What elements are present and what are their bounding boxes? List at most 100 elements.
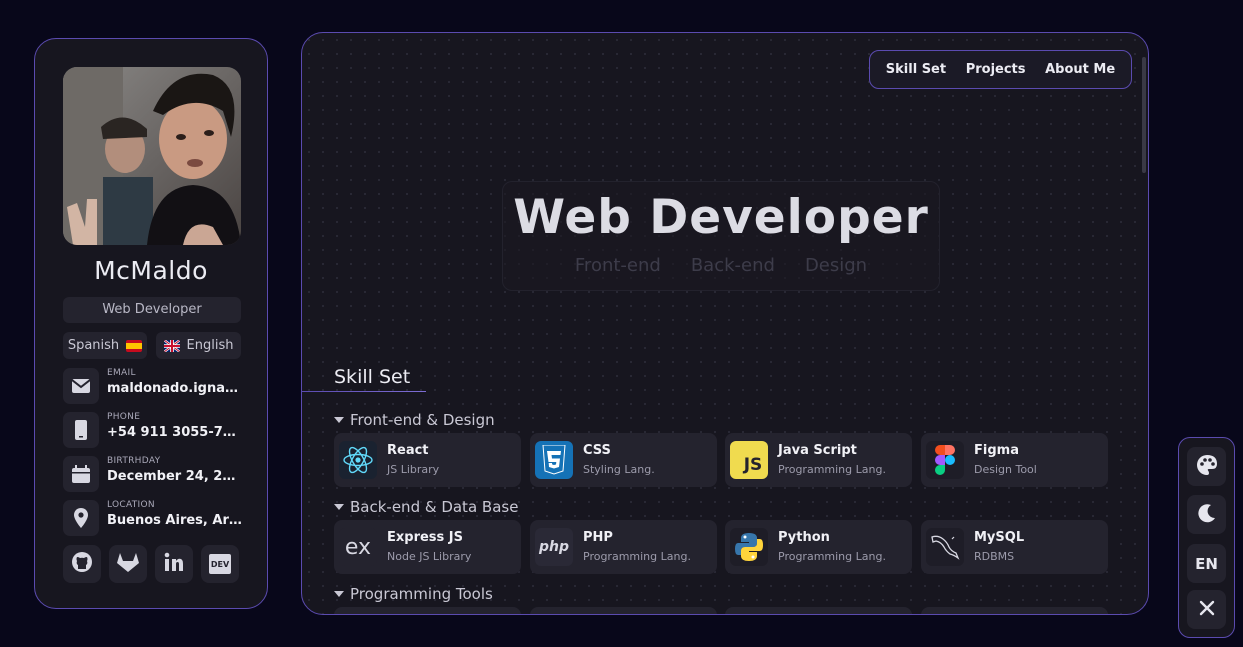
category-backend-toggle[interactable]: Back-end & Data Base [334, 498, 518, 516]
skill-card-python[interactable]: Python Programming Lang. [725, 520, 912, 574]
contact-label: EMAIL [107, 368, 136, 378]
palette-icon [1196, 454, 1218, 480]
skill-card-figma[interactable]: Figma Design Tool [921, 433, 1108, 487]
skill-subtitle: Programming Lang. [778, 463, 886, 476]
skill-subtitle: Programming Lang. [778, 550, 886, 563]
contact-value: maldonado.ignacio.... [107, 381, 243, 396]
skill-title: Express JS [387, 530, 464, 545]
flag-uk-icon [163, 339, 180, 352]
close-button[interactable] [1187, 590, 1226, 629]
php-icon-text: php [538, 539, 569, 555]
skill-subtitle: JS Library [387, 463, 440, 476]
contact-label: PHONE [107, 412, 141, 422]
category-name: Programming Tools [350, 585, 493, 603]
linkedin-icon [164, 552, 184, 576]
language-spanish-button[interactable]: Spanish [63, 332, 147, 359]
skill-subtitle: RDBMS [974, 550, 1015, 563]
javascript-icon: JS [730, 441, 768, 479]
contact-value: Buenos Aires, Arge... [107, 513, 243, 528]
section-underline [302, 391, 426, 392]
flag-spain-icon [126, 339, 143, 352]
caret-down-icon [334, 591, 344, 597]
hero-sub-design: Design [804, 255, 868, 276]
skill-card-react[interactable]: React JS Library [334, 433, 521, 487]
role-badge: Web Developer [63, 297, 241, 323]
skill-card-mysql[interactable]: MySQL RDBMS [921, 520, 1108, 574]
github-icon [71, 551, 93, 577]
python-icon [730, 528, 768, 566]
category-frontend-toggle[interactable]: Front-end & Design [334, 411, 495, 429]
profile-photo [63, 67, 241, 245]
dev-icon: DEV [209, 554, 231, 574]
gitlab-link[interactable] [109, 545, 147, 583]
main-panel: Skill Set Projects About Me Web Develope… [301, 32, 1149, 615]
hero-sub-backend: Back-end [690, 255, 775, 276]
category-name: Back-end & Data Base [350, 498, 519, 516]
skill-card-express[interactable]: ex Express JS Node JS Library [334, 520, 521, 574]
express-icon: ex [339, 528, 377, 566]
skill-card[interactable] [921, 607, 1108, 614]
express-icon-text: ex [344, 534, 372, 560]
css-icon [535, 441, 573, 479]
skill-subtitle: Design Tool [974, 463, 1037, 476]
scrollbar[interactable] [1142, 57, 1146, 173]
section-title: Skill Set [334, 366, 411, 388]
skill-subtitle: Styling Lang. [583, 463, 655, 476]
skill-title: PHP [583, 530, 613, 545]
skill-title: React [387, 443, 429, 458]
contact-phone[interactable]: PHONE +54 911 3055-7307 [63, 412, 263, 448]
skill-title: Figma [974, 443, 1019, 458]
contact-email[interactable]: EMAIL maldonado.ignacio.... [63, 368, 263, 404]
dev-link[interactable]: DEV [201, 545, 239, 583]
hero-box: Web Developer Front-end Back-end Design [502, 181, 940, 291]
theme-palette-button[interactable] [1187, 447, 1226, 486]
location-pin-icon [63, 500, 99, 536]
skill-card[interactable] [334, 607, 521, 614]
hero-subtitles: Front-end Back-end Design [503, 255, 939, 276]
hero-title: Web Developer [513, 190, 929, 245]
skill-card[interactable] [530, 607, 717, 614]
mail-icon [63, 368, 99, 404]
github-link[interactable] [63, 545, 101, 583]
language-label: Spanish [67, 338, 120, 353]
skill-title: Java Script [778, 443, 857, 458]
top-nav: Skill Set Projects About Me [869, 50, 1132, 89]
linkedin-link[interactable] [155, 545, 193, 583]
nav-projects[interactable]: Projects [966, 62, 1026, 77]
react-icon [339, 441, 377, 479]
moon-icon [1197, 503, 1217, 527]
caret-down-icon [334, 417, 344, 423]
skill-card-css[interactable]: CSS Styling Lang. [530, 433, 717, 487]
skill-subtitle: Node JS Library [387, 550, 472, 563]
hero-sub-frontend: Front-end [574, 255, 661, 276]
language-toggle-button[interactable]: EN [1187, 544, 1226, 583]
profile-name: McMaldo [94, 256, 208, 285]
contact-label: BIRTRHDAY [107, 456, 161, 466]
dark-mode-button[interactable] [1187, 495, 1226, 534]
javascript-icon-text: JS [743, 455, 763, 475]
side-toolbar: EN [1178, 437, 1235, 638]
nav-skill-set[interactable]: Skill Set [886, 62, 946, 77]
gitlab-icon [117, 552, 139, 576]
language-label: English [186, 338, 234, 353]
skill-title: Python [778, 530, 830, 545]
php-icon: php [535, 528, 573, 566]
contact-label: LOCATION [107, 500, 155, 510]
category-tools-toggle[interactable]: Programming Tools [334, 585, 493, 603]
contact-birthday[interactable]: BIRTRHDAY December 24, 2005 [63, 456, 263, 492]
contact-value: December 24, 2005 [107, 469, 243, 484]
skill-title: CSS [583, 443, 611, 458]
skill-card-javascript[interactable]: JS Java Script Programming Lang. [725, 433, 912, 487]
language-english-button[interactable]: English [156, 332, 241, 359]
skill-card-php[interactable]: php PHP Programming Lang. [530, 520, 717, 574]
nav-about-me[interactable]: About Me [1045, 62, 1115, 77]
skill-subtitle: Programming Lang. [583, 550, 691, 563]
skill-card[interactable] [725, 607, 912, 614]
mysql-icon [926, 528, 964, 566]
contact-location[interactable]: LOCATION Buenos Aires, Arge... [63, 500, 263, 536]
profile-card: McMaldo Web Developer Spanish English EM… [34, 38, 268, 609]
close-icon [1199, 600, 1215, 620]
skill-title: MySQL [974, 530, 1025, 545]
calendar-icon [63, 456, 99, 492]
figma-icon [926, 441, 964, 479]
